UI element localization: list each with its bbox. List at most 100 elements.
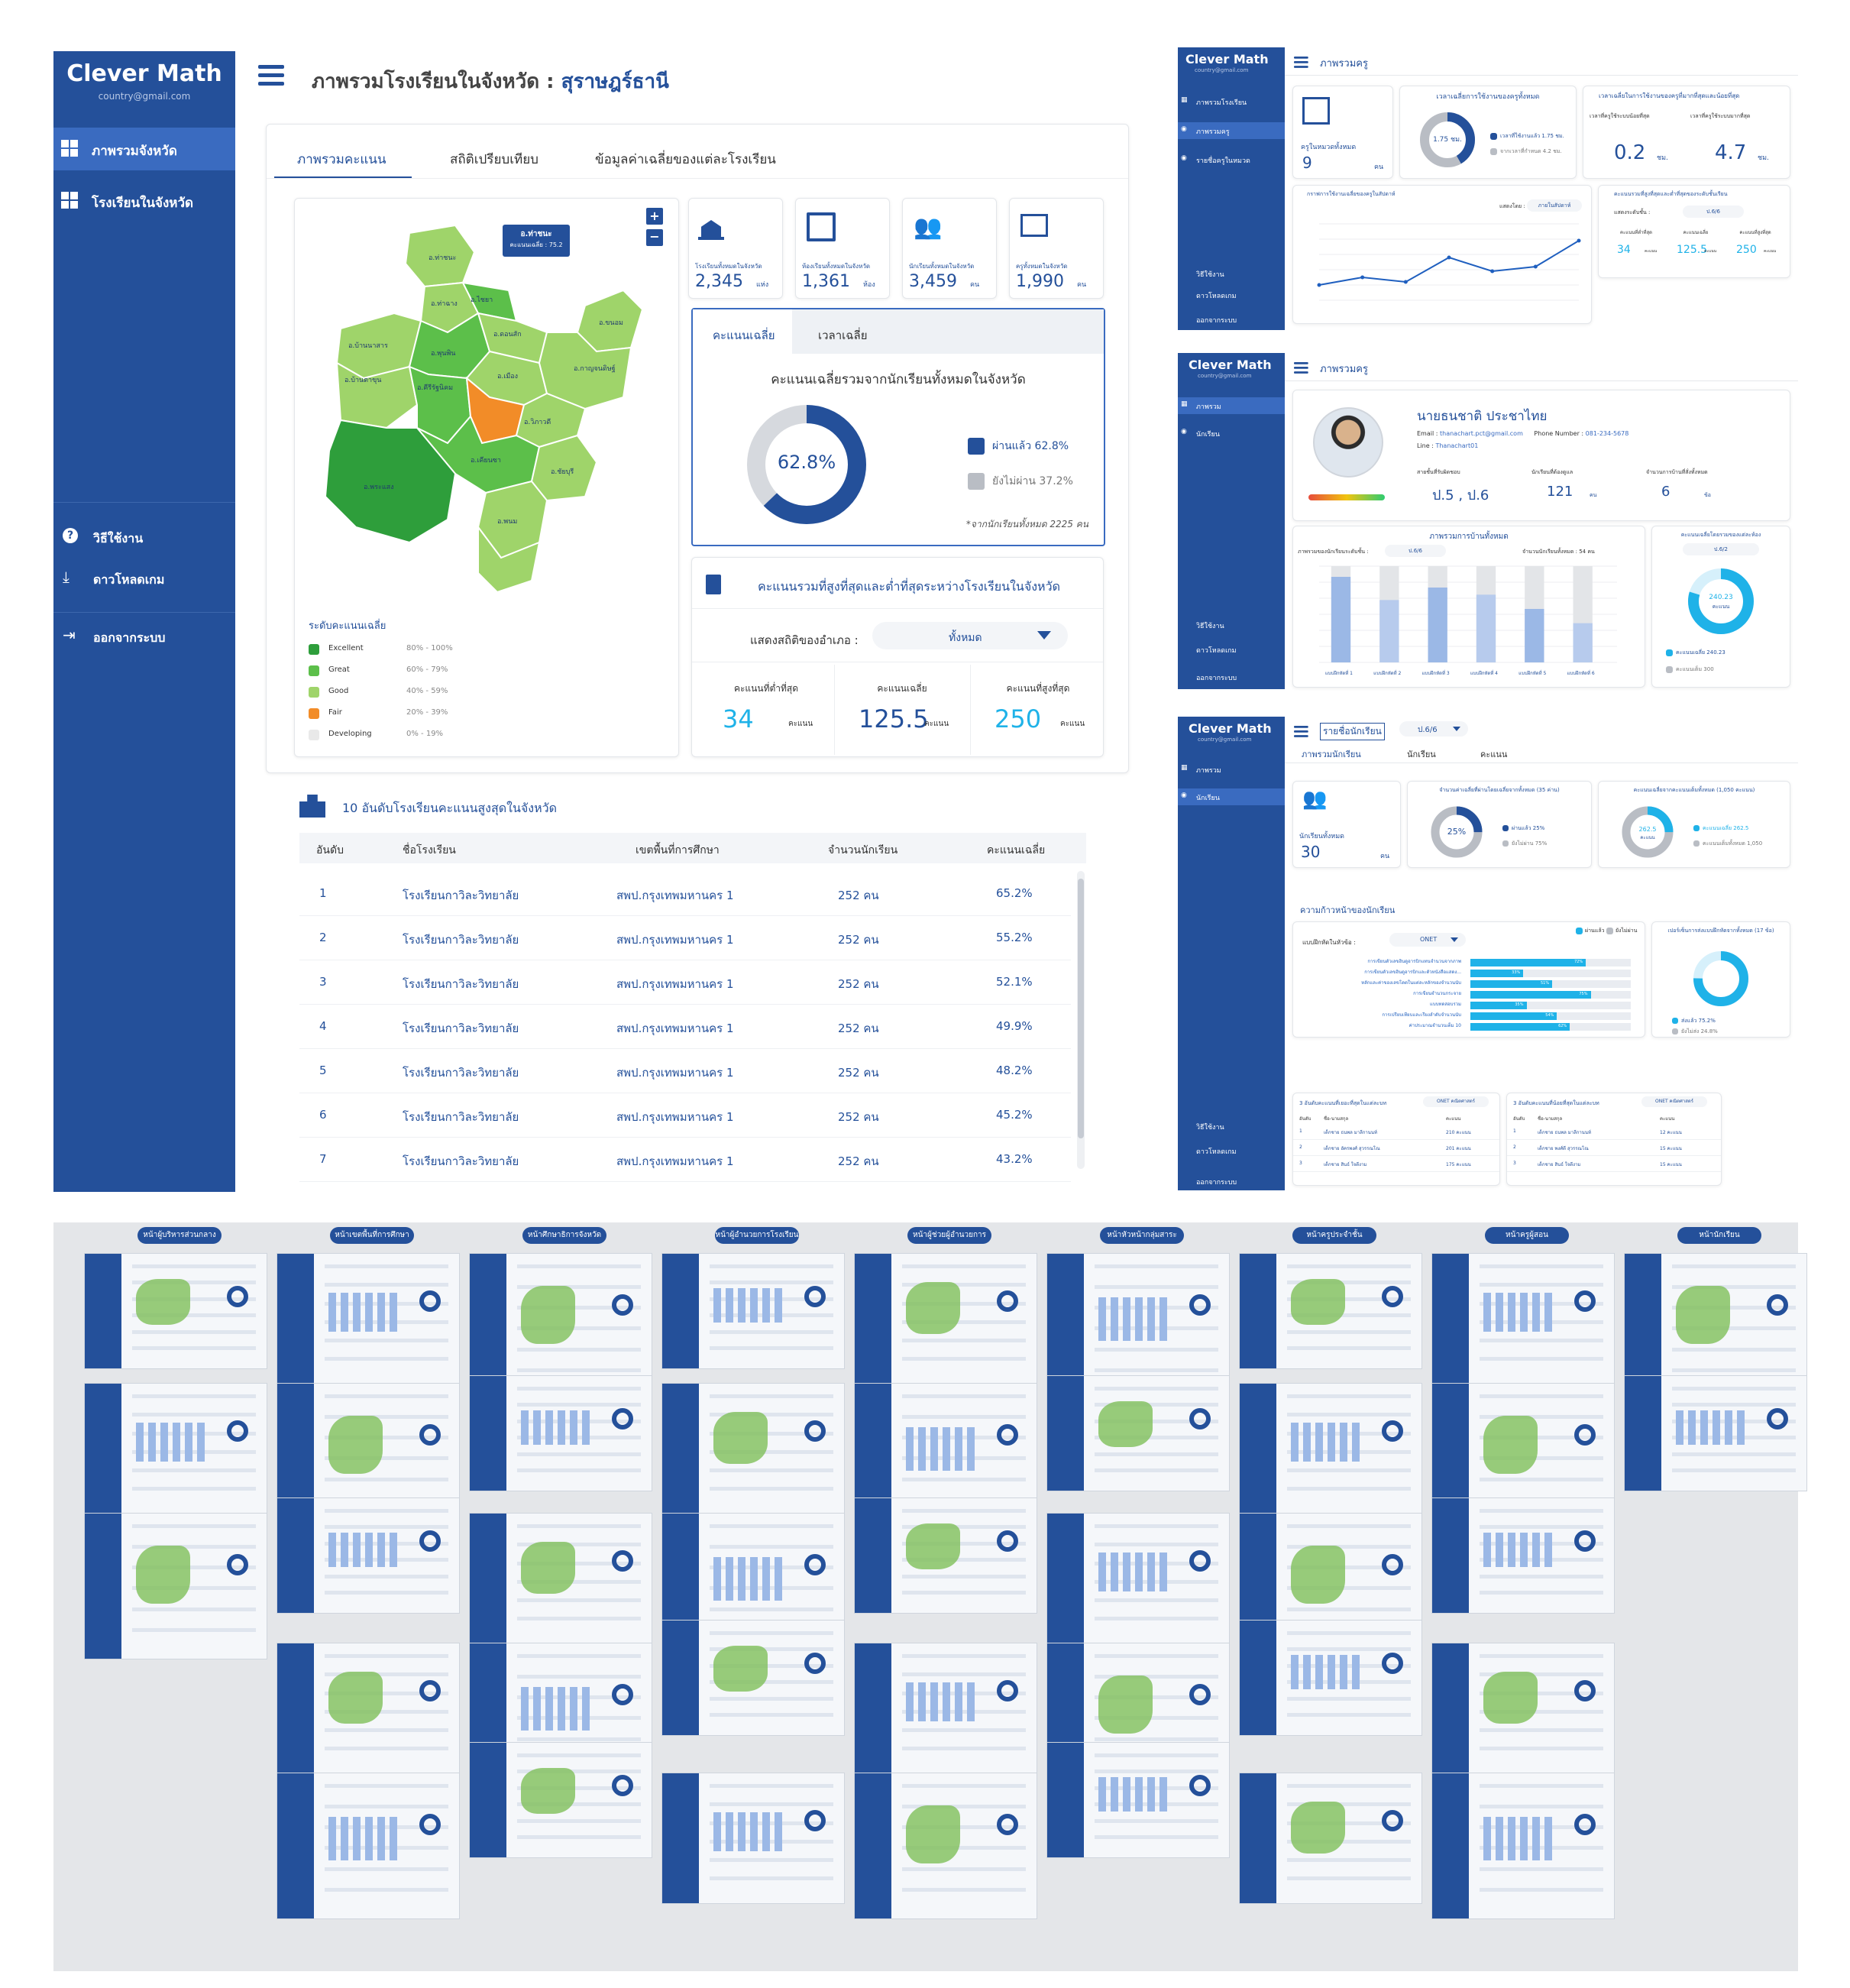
sidebar-help[interactable]: วิธีใช้งาน	[1196, 1122, 1224, 1132]
tab-students[interactable]: นักเรียน	[1407, 747, 1436, 761]
table-row[interactable]: 1 เด็กชาย ธนพล มาลีกานนท์ 210 คะแนน	[1293, 1124, 1499, 1140]
top3-filter-select[interactable]: ONET คณิตศาสตร์	[1423, 1096, 1489, 1107]
phone-label: Phone Number :	[1534, 430, 1584, 437]
zoom-in-button[interactable]: +	[646, 208, 663, 225]
board-thumbnail[interactable]	[1239, 1773, 1422, 1904]
sidebar-download[interactable]: ดาวโหลดเกม	[1196, 645, 1237, 656]
bottom3-filter-select[interactable]: ONET คณิตศาสตร์	[1641, 1096, 1707, 1107]
sidebar-item-download[interactable]: ⤓ ดาวโหลดเกม	[53, 566, 235, 597]
table-row[interactable]: 2 เด็กชาย พงศ์ดี สุวรรณโณ 15 คะแนน	[1507, 1140, 1721, 1156]
board-thumbnail[interactable]	[1046, 1742, 1230, 1858]
board-thumbnail[interactable]	[469, 1375, 652, 1491]
sidebar-help[interactable]: วิธีใช้งาน	[1196, 620, 1224, 631]
panel-title: ภาพรวมครู	[1320, 58, 1368, 70]
tab-student-overview[interactable]: ภาพรวมนักเรียน	[1302, 747, 1361, 761]
menu-icon[interactable]	[1294, 57, 1308, 68]
board-thumbnail[interactable]	[1046, 1375, 1230, 1491]
table-row[interactable]: 5 โรงเรียนกาวิละวิทยาลัย สพป.กรุงเทพมหานคร…	[299, 1048, 1071, 1093]
table-row[interactable]: 3 โรงเรียนกาวิละวิทยาลัย สพป.กรุงเทพมหานคร…	[299, 960, 1071, 1005]
board-thumbnail[interactable]	[277, 1773, 460, 1919]
table-row[interactable]: 3 เด็กชาย สินธ์ ใจดีงาม 15 คะแนน	[1507, 1156, 1721, 1172]
thumbnail-sidebar	[470, 1514, 506, 1643]
sidebar-item[interactable]: ▦ ภาพรวม	[1178, 761, 1285, 778]
table-row[interactable]: 1 เด็กชาย ธนพล มาลีกานนท์ 12 คะแนน	[1507, 1124, 1721, 1140]
tab-average-time[interactable]: เวลาเฉลี่ย	[792, 309, 1104, 354]
sidebar-item-help[interactable]: ? วิธีใช้งาน	[53, 525, 235, 555]
sidebar-help[interactable]: วิธีใช้งาน	[1196, 269, 1224, 280]
board-thumbnail[interactable]	[1431, 1497, 1615, 1614]
board-thumbnail[interactable]	[469, 1742, 652, 1858]
sidebar-item[interactable]: ◉ ภาพรวมครู	[1178, 122, 1285, 139]
panel-title[interactable]: รายชื่อนักเรียน	[1320, 723, 1385, 740]
sidebar-item-label: โรงเรียนในจังหวัด	[92, 196, 194, 211]
table-row[interactable]: 2 โรงเรียนกาวิละวิทยาลัย สพป.กรุงเทพมหานคร…	[299, 915, 1071, 960]
bar-filter-select[interactable]: ป.6/6	[1385, 545, 1446, 557]
board-thumbnail[interactable]	[854, 1497, 1037, 1614]
sidebar-item[interactable]: ▦ ภาพรวม	[1178, 397, 1285, 414]
progress-fill: 62%	[1470, 1023, 1570, 1031]
tab-compare-stats[interactable]: สถิติเปรียบเทียบ	[442, 134, 580, 176]
province-map[interactable]: อ.ท่าชนะ อ.ท่าฉาง อ.ไชยา อ.พุนพิน อ.ดอนส…	[295, 199, 677, 596]
table-cell: 2	[319, 931, 327, 944]
board-thumbnail[interactable]	[84, 1383, 267, 1514]
class-select[interactable]: ป.6/6	[1399, 721, 1468, 737]
sidebar-item[interactable]: ▦ ภาพรวมโรงเรียน	[1178, 93, 1285, 110]
sidebar-item[interactable]: ◉ นักเรียน	[1178, 788, 1285, 805]
sidebar-item[interactable]: ◉ นักเรียน	[1178, 425, 1285, 442]
tab-scores[interactable]: คะแนน	[1480, 747, 1507, 761]
board-thumbnail[interactable]	[1239, 1620, 1422, 1736]
district-filter-select[interactable]: ทั้งหมด	[872, 622, 1068, 649]
sidebar-download[interactable]: ดาวโหลดเกม	[1196, 1146, 1237, 1157]
board-thumbnail[interactable]	[1431, 1643, 1615, 1774]
board-thumbnail[interactable]	[661, 1620, 845, 1736]
board-thumbnail[interactable]	[661, 1383, 845, 1514]
thumbnail-line	[1479, 1867, 1603, 1871]
tab-school-averages[interactable]: ข้อมูลค่าเฉลี่ยของแต่ละโรงเรียน	[587, 134, 817, 176]
table-row[interactable]: 1 โรงเรียนกาวิละวิทยาลัย สพป.กรุงเทพมหานคร…	[299, 871, 1071, 916]
board-thumbnail[interactable]	[854, 1773, 1037, 1919]
tab-score-overview[interactable]: ภาพรวมคะแนน	[274, 134, 412, 179]
board-thumbnail[interactable]	[84, 1253, 267, 1369]
sidebar-logout[interactable]: ออกจากระบบ	[1196, 1177, 1237, 1187]
menu-icon[interactable]	[1294, 726, 1308, 737]
menu-icon[interactable]	[1294, 362, 1308, 374]
board-thumbnail[interactable]	[1239, 1383, 1422, 1514]
board-thumbnail[interactable]	[1431, 1773, 1615, 1919]
board-thumbnail[interactable]	[1624, 1375, 1807, 1491]
progress-filter-select[interactable]: ONET	[1389, 933, 1466, 947]
sidebar-item[interactable]: ◉ รายชื่อครูในหมวด	[1178, 151, 1285, 168]
line-filter-select[interactable]: ภายในสัปดาห์	[1527, 199, 1582, 212]
sidebar-item-logout[interactable]: ⇥ ออกจากระบบ	[53, 624, 235, 655]
board-thumbnail[interactable]	[1431, 1253, 1615, 1384]
sidebar-download[interactable]: ดาวโหลดเกม	[1196, 290, 1237, 301]
sidebar-logout[interactable]: ออกจากระบบ	[1196, 672, 1237, 683]
menu-icon[interactable]	[258, 65, 284, 86]
sidebar-item-schools[interactable]: โรงเรียนในจังหวัด	[53, 180, 235, 222]
board-thumbnail[interactable]	[277, 1497, 460, 1614]
table-row[interactable]: 7 โรงเรียนกาวิละวิทยาลัย สพป.กรุงเทพมหานคร…	[299, 1137, 1071, 1182]
board-thumbnail[interactable]	[1239, 1253, 1422, 1369]
board-thumbnail[interactable]	[277, 1643, 460, 1774]
tab-average-score[interactable]: คะแนนเฉลี่ย	[693, 309, 793, 354]
table-row[interactable]: 6 โรงเรียนกาวิละวิทยาลัย สพป.กรุงเทพมหานคร…	[299, 1093, 1071, 1138]
board-thumbnail[interactable]	[84, 1513, 267, 1659]
board-thumbnail[interactable]	[277, 1253, 460, 1384]
board-thumbnail[interactable]	[1046, 1513, 1230, 1644]
board-thumbnail[interactable]	[854, 1253, 1037, 1384]
card-title: คะแนนรวมที่สูงที่สุดและต่ำที่สุดของระดับ…	[1614, 191, 1728, 197]
legend-swatch	[309, 730, 319, 740]
board-thumbnail[interactable]	[661, 1773, 845, 1904]
avg-filter-select[interactable]: ป.6/2	[1683, 543, 1759, 555]
page-title-prefix: ภาพรวมโรงเรียนในจังหวัด :	[312, 70, 555, 93]
sidebar-logout[interactable]: ออกจากระบบ	[1196, 315, 1237, 325]
grade-filter-select[interactable]: ป.6/6	[1683, 206, 1744, 218]
board-thumbnail[interactable]	[854, 1643, 1037, 1774]
table-scrollbar[interactable]	[1077, 871, 1085, 1169]
sidebar-item-province[interactable]: ภาพรวมจังหวัด	[53, 128, 235, 170]
board-thumbnail[interactable]	[661, 1253, 845, 1369]
table-row[interactable]: 2 เด็กชาย อัครพงศ์ สุวรรณโณ 201 คะแนน	[1293, 1140, 1499, 1156]
zoom-out-button[interactable]: −	[646, 229, 663, 246]
table-row[interactable]: 4 โรงเรียนกาวิละวิทยาลัย สพป.กรุงเทพมหานคร…	[299, 1004, 1071, 1049]
board-thumbnail[interactable]	[469, 1513, 652, 1644]
table-row[interactable]: 3 เด็กชาย สินธ์ ใจดีงาม 175 คะแนน	[1293, 1156, 1499, 1172]
